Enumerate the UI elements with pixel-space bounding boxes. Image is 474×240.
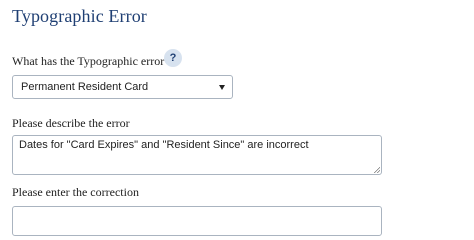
page-title: Typographic Error [12,6,147,26]
typographic-error-question-label: What has the Typographic error ? [12,54,173,68]
describe-error-text: Dates for "Card Expires" and "Resident S… [19,139,309,151]
describe-error-textarea[interactable]: Dates for "Card Expires" and "Resident S… [12,135,382,175]
resize-handle-icon[interactable] [373,166,380,173]
select-selected-value: Permanent Resident Card [21,81,149,93]
typographic-error-select[interactable]: Permanent Resident Card [12,75,233,99]
describe-error-label: Please describe the error [12,116,130,130]
help-icon[interactable]: ? [164,49,182,67]
correction-textarea[interactable] [12,206,382,236]
correction-label: Please enter the correction [12,185,139,199]
chevron-down-icon [219,85,225,90]
